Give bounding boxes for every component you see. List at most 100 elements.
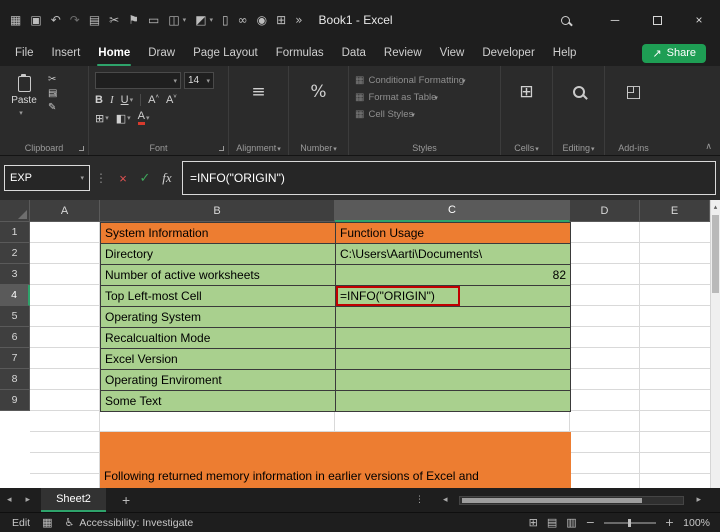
tab-formulas[interactable]: Formulas — [267, 40, 333, 66]
orange-note-cell[interactable]: Following returned memory information in… — [100, 432, 571, 488]
zoom-slider[interactable] — [604, 522, 656, 524]
cell-C9[interactable] — [336, 391, 571, 412]
cell-B3[interactable]: Number of active worksheets — [101, 265, 336, 286]
cell-B9[interactable]: Some Text — [101, 391, 336, 412]
cut-icon[interactable]: ✂ — [109, 14, 119, 26]
chevron-down-icon[interactable]: ▾ — [146, 114, 150, 122]
document-icon[interactable]: ▯ — [222, 14, 229, 26]
italic-button[interactable]: I — [110, 94, 114, 106]
column-header-A[interactable]: A — [30, 200, 100, 222]
column-header-D[interactable]: D — [570, 200, 640, 222]
maximize-button[interactable] — [636, 0, 678, 40]
cell-C5[interactable] — [336, 307, 571, 328]
insert-function-button[interactable]: fx — [156, 170, 178, 186]
row-header-2[interactable]: 2 — [0, 243, 30, 264]
search-icon[interactable] — [561, 16, 570, 25]
row-header-5[interactable]: 5 — [0, 306, 30, 327]
cell-styles-button[interactable]: ▦ Cell Styles ▾ — [355, 106, 494, 123]
zoom-slider-thumb[interactable] — [628, 519, 631, 527]
tab-developer[interactable]: Developer — [473, 40, 543, 66]
tab-view[interactable]: View — [431, 40, 474, 66]
scroll-up-icon[interactable]: ▴ — [711, 200, 720, 211]
cell-B5[interactable]: Operating System — [101, 307, 336, 328]
tab-review[interactable]: Review — [375, 40, 431, 66]
new-sheet-button[interactable]: + — [122, 492, 130, 508]
sheet-nav-right-icon[interactable]: ▸ — [19, 495, 38, 505]
tab-page-layout[interactable]: Page Layout — [184, 40, 267, 66]
zoom-in-icon[interactable]: + — [665, 517, 674, 528]
cell-B2[interactable]: Directory — [101, 244, 336, 265]
row-header-6[interactable]: 6 — [0, 327, 30, 348]
enter-button[interactable]: ✓ — [134, 170, 156, 186]
cell-B8[interactable]: Operating Enviroment — [101, 370, 336, 391]
tab-draw[interactable]: Draw — [139, 40, 184, 66]
chevron-down-icon[interactable]: ▾ — [127, 114, 131, 122]
cell-C3[interactable]: 82 — [336, 265, 571, 286]
app-menu-icon[interactable]: ▦ — [10, 14, 21, 26]
table-icon[interactable]: ⊞ — [276, 14, 286, 26]
paste-button[interactable]: Paste ▾ — [6, 72, 42, 117]
chevron-down-icon[interactable]: ▾ — [130, 96, 134, 104]
cell-C6[interactable] — [336, 328, 571, 349]
cell-B4[interactable]: Top Left-most Cell — [101, 286, 336, 307]
cell-C8[interactable] — [336, 370, 571, 391]
cell-C1[interactable]: Function Usage — [336, 223, 571, 244]
redo-icon[interactable]: ↷ — [70, 14, 80, 26]
clipboard-dialog-launcher[interactable] — [79, 146, 84, 151]
ribbon-group-editing[interactable]: Editing▾ — [552, 66, 604, 155]
ribbon-collapse-icon[interactable]: ∧ — [705, 142, 712, 152]
chevron-down-icon[interactable]: ▾ — [105, 114, 109, 122]
formula-input[interactable]: =INFO("ORIGIN") — [182, 161, 716, 195]
horizontal-scrollbar[interactable] — [459, 496, 684, 505]
tab-help[interactable]: Help — [544, 40, 586, 66]
copy-icon[interactable]: ▤ — [89, 14, 100, 26]
sheet-nav-left-icon[interactable]: ◂ — [0, 495, 19, 505]
conditional-formatting-button[interactable]: ▦ Conditional Formatting ▾ — [355, 72, 494, 89]
format-as-table-button[interactable]: ▦ Format as Table ▾ — [355, 89, 494, 106]
macro-record-icon[interactable]: ▦ — [42, 517, 52, 528]
vertical-scrollbar-thumb[interactable] — [712, 215, 719, 293]
normal-view-icon[interactable]: ⊞ — [529, 517, 538, 528]
cancel-button[interactable]: × — [112, 171, 134, 186]
flag-icon[interactable]: ⚑ — [128, 14, 139, 26]
borders-icon[interactable]: ⊞ — [95, 112, 104, 125]
cell-C2[interactable]: C:\Users\Aarti\Documents\ — [336, 244, 571, 265]
cell-C7[interactable] — [336, 349, 571, 370]
page-break-view-icon[interactable]: ▥ — [566, 517, 576, 528]
select-all-corner[interactable] — [0, 200, 30, 222]
chevron-down-icon[interactable]: ▾ — [183, 16, 187, 24]
decrease-font-button[interactable]: A˅ — [166, 94, 177, 106]
camera-icon[interactable]: ◉ — [257, 14, 267, 26]
accessibility-status[interactable]: Accessibility: Investigate — [79, 517, 193, 529]
minimize-button[interactable]: ─ — [594, 0, 636, 40]
fill-color-icon[interactable]: ◧ — [116, 112, 126, 125]
increase-font-button[interactable]: A˄ — [148, 94, 159, 106]
cell-B6[interactable]: Recalcualtion Mode — [101, 328, 336, 349]
link-icon[interactable]: ∞ — [238, 14, 248, 26]
close-button[interactable]: × — [678, 0, 720, 40]
font-name-select[interactable]: ▾ — [95, 72, 181, 89]
save-icon[interactable]: ▣ — [30, 14, 41, 26]
column-header-E[interactable]: E — [640, 200, 710, 222]
tab-home[interactable]: Home — [89, 40, 139, 66]
hscroll-left-icon[interactable]: ◂ — [436, 495, 455, 505]
ribbon-group-addins[interactable]: ◰ Add-ins — [604, 66, 662, 155]
tab-file[interactable]: File — [6, 40, 43, 66]
vertical-scrollbar[interactable]: ▴ — [710, 200, 720, 488]
ribbon-group-number[interactable]: % Number▾ — [288, 66, 348, 155]
tab-insert[interactable]: Insert — [43, 40, 90, 66]
name-box[interactable]: EXP ▾ — [4, 165, 90, 191]
row-header-3[interactable]: 3 — [0, 264, 30, 285]
chart-icon[interactable]: ◫ — [168, 14, 179, 26]
cell-C4-selected[interactable]: =INFO("ORIGIN") — [336, 286, 571, 307]
font-color-button[interactable]: A — [138, 111, 145, 125]
undo-icon[interactable]: ↶ — [51, 14, 61, 26]
sheet-tab-sheet2[interactable]: Sheet2 — [41, 488, 106, 512]
format-painter-button[interactable]: ✎ — [48, 103, 57, 113]
horizontal-scrollbar-thumb[interactable] — [462, 498, 642, 503]
eraser-icon[interactable]: ◩ — [195, 14, 206, 26]
row-header-4[interactable]: 4 — [0, 285, 30, 306]
tab-data[interactable]: Data — [333, 40, 375, 66]
sheetbar-menu-dots-icon[interactable]: ⋮ — [408, 495, 431, 505]
cell-B1[interactable]: System Information — [101, 223, 336, 244]
